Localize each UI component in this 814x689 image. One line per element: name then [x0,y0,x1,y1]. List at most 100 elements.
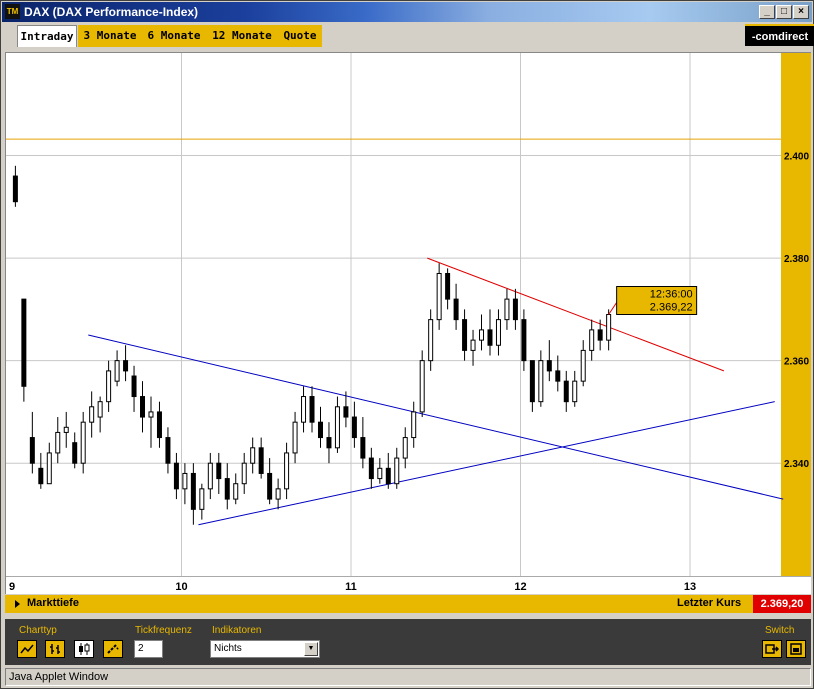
tab-3-monate[interactable]: 3 Monate [78,25,142,47]
candle [546,340,552,382]
point-chart-button[interactable] [103,640,123,658]
tickfrequenz-label: Tickfrequenz [135,625,192,636]
candle-body [156,411,162,439]
candle [131,365,137,412]
candle [301,386,307,433]
tab-6-monate[interactable]: 6 Monate [142,25,206,47]
candle-body [487,329,493,346]
candle-body [529,360,535,403]
candle [487,309,493,356]
candle-body [309,396,315,423]
x-tick-label: 10 [175,581,187,593]
candle [504,288,510,330]
window-icon [790,643,802,655]
tab-12-monate[interactable]: 12 Monate [206,25,278,47]
candle [343,391,349,428]
candle [529,360,535,412]
switch-export-button[interactable] [762,640,782,658]
title-bar[interactable]: TM DAX (DAX Performance-Index) _ □ × [2,2,812,22]
candle-body [343,406,349,418]
candle-body [453,298,459,321]
candle-body [546,360,552,372]
candle-body [38,467,44,485]
candle-body [470,339,476,351]
candle [606,309,612,351]
candle-body [419,360,425,413]
candle [368,447,374,489]
candle-body [512,298,518,321]
candle-body [563,380,569,403]
y-tick-label: 2.340 [784,459,809,470]
candle-body [29,437,35,464]
candle-body [479,329,485,341]
candle-body [521,319,527,362]
candle [258,437,264,479]
candle [63,411,69,448]
status-bar: Markttiefe Letzter Kurs 2.369,20 [5,595,811,613]
letzter-kurs-label: Letzter Kurs [677,597,742,609]
candle [292,411,298,464]
markttiefe-label[interactable]: Markttiefe [27,597,79,609]
candle-body [597,329,603,341]
tab-quote[interactable]: Quote [278,25,322,47]
candle [89,391,95,438]
candle-body [334,406,340,449]
candle-body [190,472,196,510]
ohlc-chart-button[interactable] [45,640,65,658]
candle [411,401,417,448]
close-button[interactable]: × [793,5,809,19]
minimize-button[interactable]: _ [759,5,775,19]
candle-body [351,416,357,439]
candle-body [250,447,256,464]
candle [394,447,400,489]
candle [317,406,323,448]
app-window: TM DAX (DAX Performance-Index) _ □ × Int… [0,0,814,689]
chevron-down-icon[interactable]: ▼ [304,642,318,656]
candle [453,283,459,330]
window-title: DAX (DAX Performance-Index) [24,5,199,19]
candle [326,422,332,464]
expand-arrow-icon[interactable] [13,595,23,613]
candle [80,411,86,474]
candle-body [462,319,468,351]
switch-window-button[interactable] [786,640,806,658]
tab-intraday[interactable]: Intraday [17,25,77,47]
candle-body [63,426,69,433]
tooltip-time: 12:36:00 [650,289,693,301]
y-tick-label: 2.360 [784,357,809,368]
candle [580,340,586,387]
candle [12,165,18,207]
candlestick-chart-button[interactable] [74,640,94,658]
price-chart: 9 10 11 12 13 2.400 2.380 2.360 2.340 12:36:00 2.3… [5,52,811,594]
candle-body [589,329,595,351]
candle [436,263,442,330]
control-panel: Charttyp Tickfrequenz 2 Indikatoren Nich… [5,619,811,665]
candle [360,417,366,469]
x-tick-label: 13 [684,581,696,593]
candle [97,396,103,433]
line-chart-button[interactable] [17,640,37,658]
candle [521,309,527,371]
chart-canvas: 9 10 11 12 13 2.400 2.380 2.360 2.340 12:36:002.3… [6,53,809,593]
candle [589,319,595,361]
candle-body [555,370,561,382]
candle-body [301,396,307,423]
candle-body [394,457,400,485]
candle [428,309,434,371]
candle [250,437,256,474]
candle-body [606,314,612,341]
tickfrequenz-input[interactable]: 2 [134,640,163,658]
candle-body [131,375,137,398]
candle-body [46,452,52,485]
candle [29,411,35,474]
app-icon: TM [5,4,20,19]
tooltip-pointer [608,302,618,315]
indikatoren-select[interactable]: Nichts ▼ [210,640,320,658]
candle-body [402,437,408,459]
letzter-kurs-value: 2.369,20 [753,595,811,613]
candle [377,458,383,484]
candle [402,427,408,469]
candle-body [326,437,332,449]
maximize-button[interactable]: □ [776,5,792,19]
candle [106,360,112,412]
